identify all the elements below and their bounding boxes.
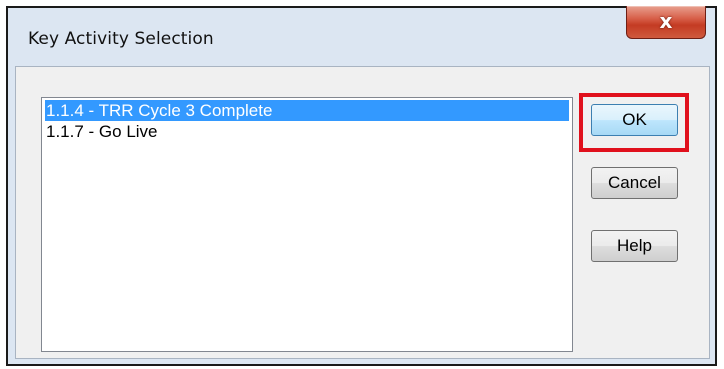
ok-button[interactable]: OK <box>591 104 678 136</box>
cancel-button[interactable]: Cancel <box>591 167 678 199</box>
activity-item-selected[interactable]: 1.1.4 - TRR Cycle 3 Complete <box>45 100 569 121</box>
activity-listbox[interactable]: 1.1.4 - TRR Cycle 3 Complete 1.1.7 - Go … <box>41 97 573 352</box>
dialog-body: 1.1.4 - TRR Cycle 3 Complete 1.1.7 - Go … <box>15 66 710 359</box>
close-icon: x <box>659 9 673 33</box>
page: Key Activity Selection x 1.1.4 - TRR Cyc… <box>0 0 724 369</box>
dialog-title: Key Activity Selection <box>28 29 214 49</box>
help-button[interactable]: Help <box>591 230 678 262</box>
activity-item[interactable]: 1.1.7 - Go Live <box>45 121 569 142</box>
key-activity-dialog: Key Activity Selection x 1.1.4 - TRR Cyc… <box>6 6 717 366</box>
title-bar[interactable]: Key Activity Selection x <box>8 6 715 66</box>
close-button[interactable]: x <box>626 6 706 39</box>
